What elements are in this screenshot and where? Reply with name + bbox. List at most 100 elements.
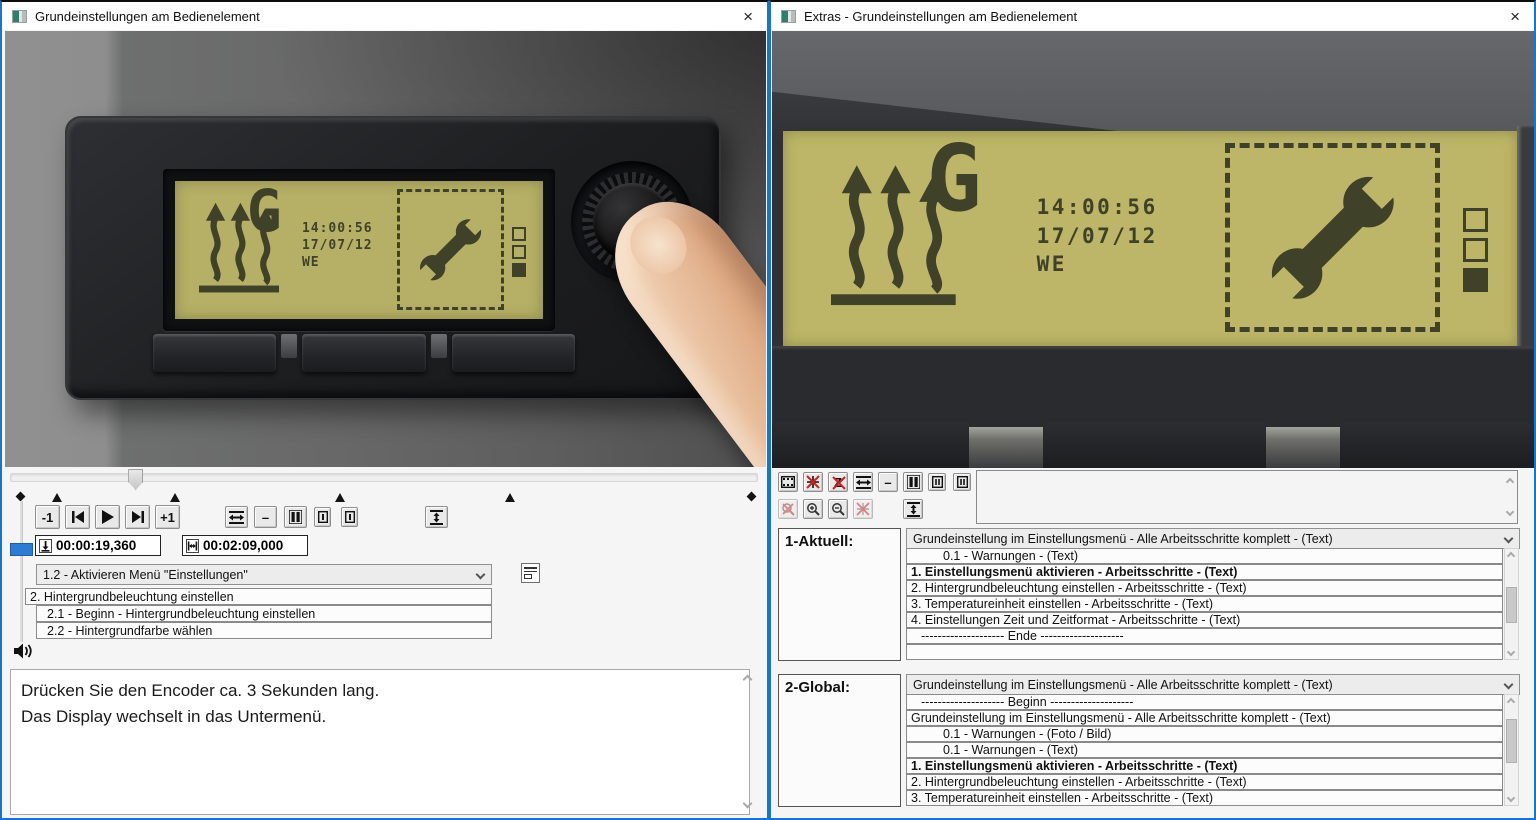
fit-width-button[interactable] — [225, 506, 248, 528]
preview-box[interactable] — [976, 470, 1518, 524]
delete-zoom-button[interactable]: Z — [828, 472, 848, 492]
lcd-page-indicator — [1463, 208, 1488, 292]
section-label-aktuell: 1-Aktuell: — [778, 528, 901, 661]
step-forward-icon — [131, 510, 145, 524]
fit-height-button[interactable] — [903, 499, 923, 519]
chapter-row[interactable]: 2. Hintergrundbeleuchtung einstellen — [25, 588, 492, 605]
scroll-up-icon[interactable] — [1507, 698, 1515, 706]
lcd-letter-g: G — [247, 182, 282, 240]
current-time-value: 00:00:19,360 — [56, 538, 136, 553]
list-item[interactable]: 0.1 - Warnungen - (Foto / Bild) — [906, 726, 1503, 742]
seek-thumb[interactable] — [128, 469, 143, 490]
panel-button — [772, 423, 969, 468]
list-item[interactable]: 4. Einstellungen Zeit und Zeitformat - A… — [906, 612, 1503, 628]
panel-button — [1043, 423, 1266, 468]
list-item-empty[interactable] — [906, 644, 1503, 660]
list-item-selected[interactable]: 1. Einstellungsmenü aktivieren - Arbeits… — [906, 758, 1503, 774]
timeline-marker-triangle[interactable] — [52, 493, 62, 502]
button-gap — [1266, 427, 1340, 468]
zoom-reset-button[interactable] — [778, 499, 798, 519]
filmstrip-button[interactable] — [778, 472, 798, 492]
current-position-icon — [39, 539, 52, 553]
pause-pane-button[interactable] — [928, 473, 946, 491]
list-item-beginn[interactable]: -------------------- Beginn ------------… — [906, 694, 1503, 710]
chapter-notes-button[interactable] — [521, 563, 540, 583]
play-button[interactable] — [95, 505, 120, 529]
wrench-icon — [411, 199, 490, 301]
panel-buttons — [153, 334, 575, 372]
scroll-up-icon[interactable] — [1507, 552, 1515, 560]
delete-star-button[interactable] — [853, 499, 873, 519]
two-pane-button[interactable] — [284, 506, 307, 528]
fit-height-icon — [430, 510, 443, 525]
instruction-box[interactable]: Drücken Sie den Encoder ca. 3 Sekunden l… — [10, 669, 750, 815]
scroll-down-icon[interactable] — [1507, 648, 1515, 656]
list-item[interactable]: 0.1 - Warnungen - (Text) — [906, 742, 1503, 758]
speaker-icon[interactable] — [13, 642, 33, 660]
instruction-line: Drücken Sie den Encoder ca. 3 Sekunden l… — [21, 678, 715, 704]
fit-width-button[interactable] — [853, 472, 873, 492]
aktuell-dropdown[interactable]: Grundeinstellung im Einstellungsmenü - A… — [906, 528, 1520, 549]
global-dropdown[interactable]: Grundeinstellung im Einstellungsmenü - A… — [906, 674, 1520, 695]
collapse-button[interactable]: – — [254, 506, 277, 528]
scrollbar-thumb[interactable] — [1506, 719, 1517, 763]
scrollbar-thumb[interactable] — [1506, 587, 1517, 623]
step-forward-button[interactable] — [125, 505, 150, 529]
volume-slider-track[interactable] — [20, 501, 23, 642]
list-item[interactable]: 3. Temperatureinheit einstellen - Arbeit… — [906, 596, 1503, 612]
button-gap — [969, 427, 1043, 468]
scroll-down-icon[interactable] — [1507, 794, 1515, 802]
two-pane-button[interactable] — [903, 472, 923, 492]
close-icon[interactable]: × — [739, 8, 757, 25]
section-label-global: 2-Global: — [778, 674, 901, 807]
zoom-out-button[interactable] — [828, 499, 848, 519]
lcd-display: G 14:00:56 17/07/12 WE — [175, 181, 543, 319]
two-pane-icon — [907, 475, 920, 489]
scrollbar[interactable] — [1504, 694, 1519, 806]
total-time-field[interactable]: 00:02:09,000 — [182, 535, 308, 556]
fingernail — [619, 205, 698, 285]
scrollbar[interactable] — [1504, 548, 1519, 660]
instruction-line: Das Display wechselt in das Untermenü. — [21, 704, 715, 730]
list-item[interactable]: Grundeinstellung im Einstellungsmenü - A… — [906, 710, 1503, 726]
page-box-active — [1463, 268, 1488, 292]
delete-marker-button[interactable] — [803, 472, 823, 492]
list-item[interactable]: 3. Temperatureinheit einstellen - Arbeit… — [906, 790, 1503, 806]
lcd-selection-box — [397, 189, 504, 310]
titlebar[interactable]: Extras - Grundeinstellungen am Bedienele… — [771, 2, 1534, 30]
lcd-display-large: G 14:00:56 17/07/12 WE — [783, 131, 1518, 346]
timeline-marker-triangle[interactable] — [505, 493, 515, 502]
pause-pane-button[interactable] — [953, 473, 971, 491]
list-item[interactable]: 2. Hintergrundbeleuchtung einstellen - A… — [906, 580, 1503, 596]
list-item[interactable]: 0.1 - Warnungen - (Text) — [906, 548, 1503, 564]
pane-right-button[interactable] — [341, 507, 358, 527]
timeline-marker-diamond[interactable] — [16, 492, 26, 502]
list-item-selected[interactable]: 1. Einstellungsmenü aktivieren - Arbeits… — [906, 564, 1503, 580]
volume-slider-thumb[interactable] — [10, 543, 33, 556]
fit-height-button[interactable] — [425, 506, 448, 528]
back-one-chapter-button[interactable]: -1 — [35, 505, 60, 529]
chapter-row[interactable]: 2.2 - Hintergrundfarbe wählen — [36, 622, 492, 639]
current-time-field[interactable]: 00:00:19,360 — [35, 535, 161, 556]
close-icon[interactable]: × — [1506, 8, 1524, 25]
pane-left-button[interactable] — [314, 507, 331, 527]
zoom-out-icon — [831, 502, 845, 516]
list-item[interactable]: 2. Hintergrundbeleuchtung einstellen - A… — [906, 774, 1503, 790]
scroll-down-icon[interactable] — [1506, 508, 1514, 516]
collapse-button[interactable]: – — [878, 472, 898, 492]
scroll-up-icon[interactable] — [1506, 478, 1514, 486]
chapter-dropdown[interactable]: 1.2 - Aktivieren Menü "Einstellungen" — [36, 564, 492, 585]
timeline-marker-triangle[interactable] — [335, 493, 345, 502]
window-title: Grundeinstellungen am Bedienelement — [35, 9, 260, 24]
timeline-marker-triangle[interactable] — [170, 493, 180, 502]
seek-bar[interactable] — [10, 473, 758, 482]
forward-one-chapter-button[interactable]: +1 — [155, 505, 180, 529]
lcd-clock: 14:00:56 17/07/12 WE — [302, 221, 373, 272]
list-item-ende[interactable]: -------------------- Ende --------------… — [906, 628, 1503, 644]
step-back-button[interactable] — [65, 505, 90, 529]
chapter-row[interactable]: 2.1 - Beginn - Hintergrundbeleuchtung ei… — [36, 605, 492, 622]
titlebar[interactable]: Grundeinstellungen am Bedienelement × — [2, 2, 767, 30]
zoom-in-button[interactable] — [803, 499, 823, 519]
red-x-icon — [829, 473, 849, 493]
timeline-marker-diamond[interactable] — [746, 492, 756, 502]
